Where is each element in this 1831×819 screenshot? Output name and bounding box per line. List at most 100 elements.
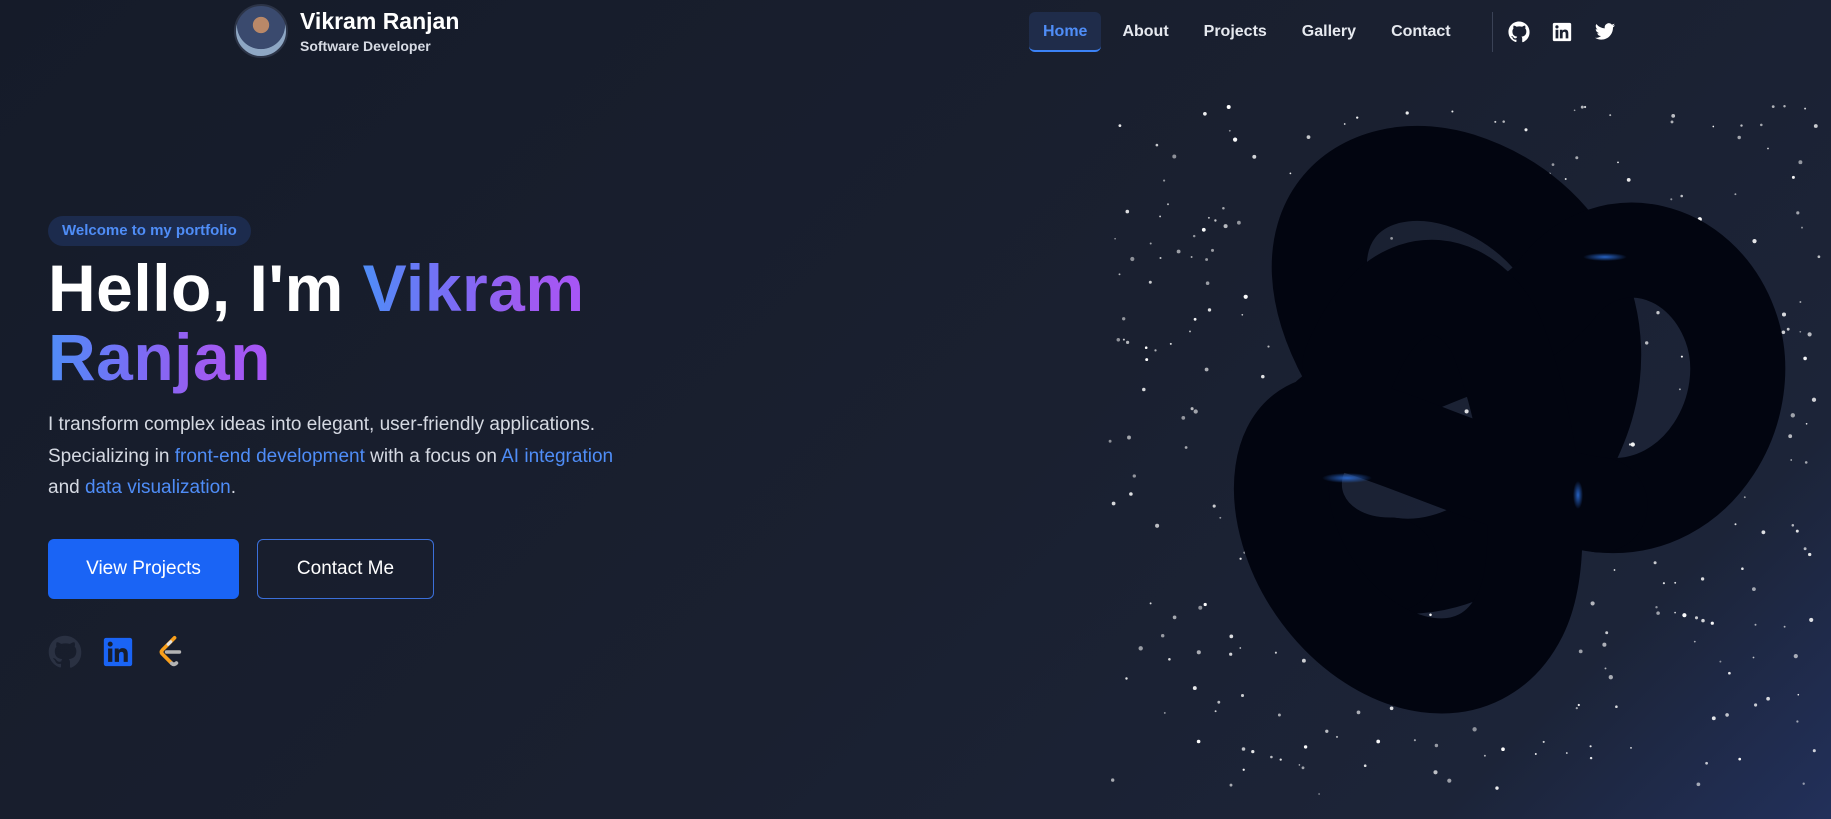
star [1166, 203, 1170, 206]
star [1804, 107, 1807, 110]
github-icon[interactable] [48, 635, 82, 669]
star [1451, 110, 1454, 113]
star [1551, 163, 1555, 166]
star [1413, 739, 1416, 742]
nav-divider [1491, 12, 1493, 52]
specular-highlight [1573, 481, 1583, 509]
star [1680, 355, 1683, 358]
star [1172, 615, 1177, 620]
desc-text: . [230, 477, 237, 498]
contact-me-button[interactable]: Contact Me [257, 539, 434, 599]
star [1602, 642, 1607, 647]
view-projects-button[interactable]: View Projects [48, 539, 239, 599]
star [1261, 374, 1265, 379]
star [1626, 178, 1631, 182]
star [1809, 617, 1814, 622]
twitter-icon[interactable] [1593, 20, 1617, 44]
star [1674, 611, 1676, 614]
star [1575, 156, 1579, 160]
starfield-canvas [1108, 105, 1821, 795]
nav-item-projects[interactable]: Projects [1190, 12, 1281, 52]
star [1604, 667, 1607, 670]
star [1181, 416, 1186, 420]
star [1184, 446, 1188, 449]
leetcode-icon[interactable] [154, 635, 188, 669]
star [1524, 128, 1528, 132]
site-header: Vikram Ranjan Software Developer Home Ab… [0, 0, 1831, 64]
star [1118, 124, 1122, 127]
star [1799, 330, 1802, 333]
star [1111, 501, 1116, 506]
star [1542, 740, 1545, 743]
star [1429, 613, 1432, 617]
star [1229, 783, 1233, 787]
star [1472, 727, 1477, 732]
star [1356, 710, 1361, 715]
star [1149, 602, 1152, 605]
star [1797, 693, 1800, 696]
star [1116, 338, 1121, 342]
desc-highlight-ai: AI integration [501, 445, 614, 467]
star [1630, 747, 1632, 749]
star [1207, 308, 1212, 312]
star [1122, 338, 1125, 341]
star [1711, 716, 1716, 721]
star [1790, 459, 1793, 461]
linkedin-icon[interactable] [101, 635, 135, 669]
star [1129, 492, 1133, 496]
star [1712, 125, 1715, 128]
star [1790, 413, 1795, 418]
star [1279, 758, 1282, 761]
nav-item-gallery[interactable]: Gallery [1288, 12, 1370, 52]
star [1728, 671, 1731, 675]
star [1678, 388, 1681, 391]
torus-knot-scene [1100, 95, 1831, 795]
star [1802, 782, 1805, 785]
star [1811, 397, 1817, 402]
star [1108, 439, 1112, 443]
star [1501, 747, 1505, 752]
github-icon[interactable] [1507, 20, 1531, 44]
star [1190, 407, 1194, 411]
main-nav: Home About Projects Gallery Contact [1029, 12, 1636, 52]
star [1196, 650, 1201, 655]
star [1270, 755, 1273, 759]
star [1148, 280, 1152, 284]
star [1125, 677, 1128, 680]
star [1705, 761, 1708, 765]
star [1203, 602, 1207, 607]
star [1752, 587, 1756, 591]
brand[interactable]: Vikram Ranjan Software Developer [234, 4, 459, 58]
star [1205, 258, 1209, 261]
title-name-first: Vikram [362, 251, 585, 325]
star [1190, 256, 1193, 258]
star [1205, 281, 1210, 285]
linkedin-icon[interactable] [1550, 20, 1574, 44]
avatar [234, 4, 288, 58]
star [1125, 209, 1130, 214]
nav-item-contact[interactable]: Contact [1377, 12, 1465, 52]
star [1343, 123, 1346, 125]
star [1289, 172, 1292, 175]
nav-item-about[interactable]: About [1108, 12, 1182, 52]
star [1114, 237, 1116, 240]
star [1335, 735, 1339, 738]
nav-item-home[interactable]: Home [1029, 12, 1102, 52]
star [1783, 625, 1786, 628]
hero-description: I transform complex ideas into elegant, … [48, 409, 628, 504]
star [1389, 706, 1394, 711]
star [1239, 557, 1242, 560]
star [1228, 129, 1231, 132]
star [1655, 606, 1658, 609]
star [1781, 330, 1786, 335]
star [1376, 739, 1381, 744]
star [1217, 700, 1221, 704]
star [1575, 707, 1578, 710]
star [1609, 114, 1612, 117]
specular-highlight [1322, 473, 1372, 483]
star [1615, 705, 1618, 708]
star [1169, 342, 1172, 345]
brand-name: Vikram Ranjan [300, 8, 460, 34]
star [1176, 249, 1181, 254]
star [1301, 658, 1306, 663]
